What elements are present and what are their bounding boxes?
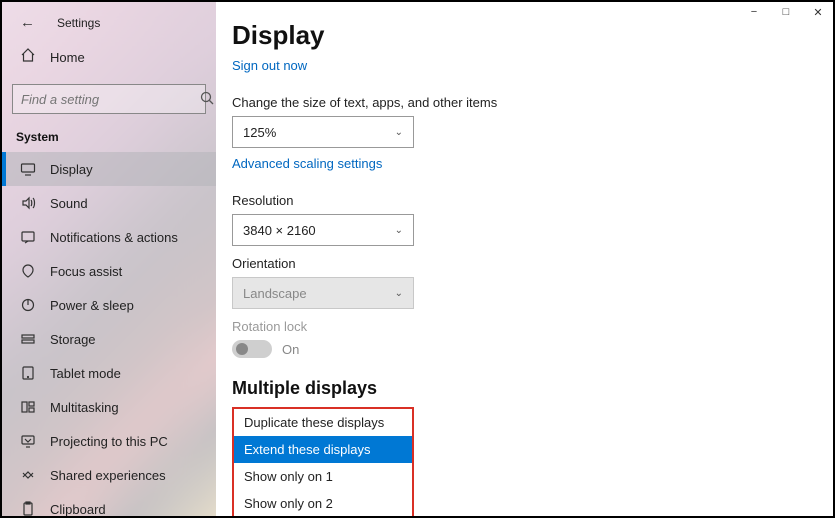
rotation-lock-toggle <box>232 340 272 358</box>
nav-shared[interactable]: Shared experiences <box>2 458 216 492</box>
maximize-button[interactable]: □ <box>779 6 793 19</box>
nav-display[interactable]: Display <box>2 152 216 186</box>
home-icon <box>20 47 36 68</box>
tablet-icon <box>20 365 36 381</box>
orientation-value: Landscape <box>243 286 307 301</box>
search-field[interactable] <box>21 92 199 107</box>
rotation-lock-state: On <box>282 342 299 357</box>
nav-multitasking[interactable]: Multitasking <box>2 390 216 424</box>
nav-focus-assist[interactable]: Focus assist <box>2 254 216 288</box>
nav-label: Sound <box>50 196 88 211</box>
multiple-displays-heading: Multiple displays <box>232 378 809 399</box>
nav-label: Clipboard <box>50 502 106 517</box>
search-icon <box>199 90 215 109</box>
dropdown-option-only2[interactable]: Show only on 2 <box>234 490 412 516</box>
nav-label: Shared experiences <box>50 468 166 483</box>
nav-tablet[interactable]: Tablet mode <box>2 356 216 390</box>
home-label: Home <box>50 50 85 65</box>
storage-icon <box>20 331 36 347</box>
app-title: Settings <box>57 16 100 30</box>
nav-label: Power & sleep <box>50 298 134 313</box>
nav-power[interactable]: Power & sleep <box>2 288 216 322</box>
focus-icon <box>20 263 36 279</box>
rotation-lock-label: Rotation lock <box>232 319 809 334</box>
nav-storage[interactable]: Storage <box>2 322 216 356</box>
scale-value: 125% <box>243 125 276 140</box>
orientation-label: Orientation <box>232 256 809 271</box>
dropdown-option-duplicate[interactable]: Duplicate these displays <box>234 409 412 436</box>
signout-link[interactable]: Sign out now <box>232 58 307 73</box>
dropdown-option-extend[interactable]: Extend these displays <box>234 436 412 463</box>
nav-projecting[interactable]: Projecting to this PC <box>2 424 216 458</box>
nav-label: Focus assist <box>50 264 122 279</box>
display-icon <box>20 161 36 177</box>
chevron-down-icon: ⌄ <box>395 127 403 138</box>
nav-label: Tablet mode <box>50 366 121 381</box>
sound-icon <box>20 195 36 211</box>
minimize-button[interactable]: − <box>747 6 761 19</box>
home-nav[interactable]: Home <box>2 37 216 78</box>
scale-label: Change the size of text, apps, and other… <box>232 95 809 110</box>
nav-label: Multitasking <box>50 400 119 415</box>
dropdown-option-only1[interactable]: Show only on 1 <box>234 463 412 490</box>
power-icon <box>20 297 36 313</box>
nav-label: Projecting to this PC <box>50 434 168 449</box>
clipboard-icon <box>20 501 36 516</box>
back-button[interactable]: ← <box>20 14 35 31</box>
nav-sound[interactable]: Sound <box>2 186 216 220</box>
nav-notifications[interactable]: Notifications & actions <box>2 220 216 254</box>
close-button[interactable]: ✕ <box>811 6 825 19</box>
advanced-scaling-link[interactable]: Advanced scaling settings <box>232 156 382 171</box>
projecting-icon <box>20 433 36 449</box>
nav-label: Storage <box>50 332 96 347</box>
orientation-select: Landscape ⌄ <box>232 277 414 309</box>
chevron-down-icon: ⌄ <box>395 225 403 236</box>
resolution-select[interactable]: 3840 × 2160 ⌄ <box>232 214 414 246</box>
page-title: Display <box>232 20 809 51</box>
nav-clipboard[interactable]: Clipboard <box>2 492 216 516</box>
multitasking-icon <box>20 399 36 415</box>
main-content: Display Sign out now Change the size of … <box>216 2 833 516</box>
notifications-icon <box>20 229 36 245</box>
nav-label: Notifications & actions <box>50 230 178 245</box>
section-title: System <box>2 124 216 152</box>
multiple-displays-dropdown[interactable]: Duplicate these displays Extend these di… <box>232 407 414 516</box>
search-input[interactable] <box>12 84 206 114</box>
shared-icon <box>20 467 36 483</box>
scale-select[interactable]: 125% ⌄ <box>232 116 414 148</box>
nav-list: Display Sound Notifications & actions Fo… <box>2 152 216 516</box>
nav-label: Display <box>50 162 93 177</box>
chevron-down-icon: ⌄ <box>395 288 403 299</box>
resolution-value: 3840 × 2160 <box>243 223 316 238</box>
resolution-label: Resolution <box>232 193 809 208</box>
